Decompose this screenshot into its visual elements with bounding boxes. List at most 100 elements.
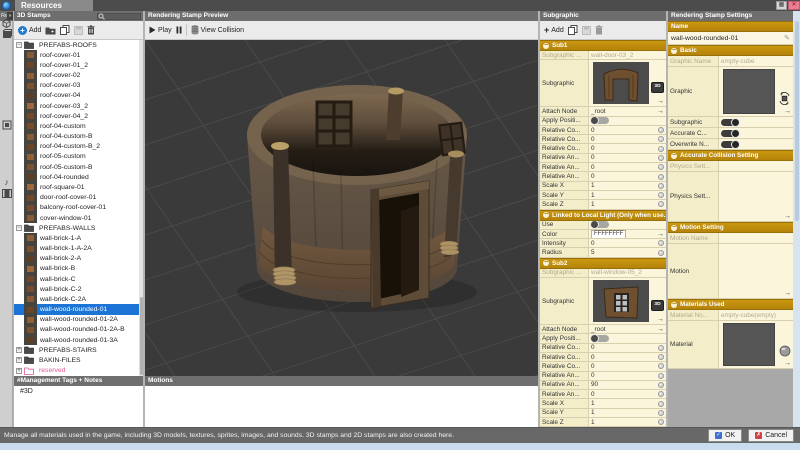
movie-film-icon[interactable]: [1, 188, 12, 199]
tree-scrollbar[interactable]: [139, 40, 143, 376]
property-row[interactable]: Relative An...0: [540, 154, 666, 163]
property-row[interactable]: Relative Co...0: [540, 144, 666, 153]
audio-note-icon[interactable]: ♪: [1, 176, 12, 187]
property-row[interactable]: Graphic Nameempty-cube: [668, 56, 793, 67]
property-row[interactable]: Scale Z1: [540, 200, 666, 209]
subgraphic-thumbnail[interactable]: [593, 62, 649, 104]
collapse-icon[interactable]: −: [543, 260, 549, 266]
tree-item[interactable]: balcony-roof-cover-01: [14, 203, 139, 213]
reset-icon[interactable]: [658, 127, 664, 133]
sphere-icon[interactable]: [779, 345, 791, 357]
property-value[interactable]: 1: [589, 200, 666, 208]
tree-item[interactable]: wall-brick-1-A: [14, 233, 139, 243]
tree-item[interactable]: roof-cover-03_2: [14, 101, 139, 111]
reset-icon[interactable]: [658, 363, 664, 369]
tree-item[interactable]: wall-brick-2-A: [14, 254, 139, 264]
reset-icon[interactable]: [658, 382, 664, 388]
close-icon[interactable]: ✕: [788, 1, 800, 10]
property-row[interactable]: Material→: [668, 321, 793, 369]
trash-icon[interactable]: [87, 25, 95, 35]
collapse-icon[interactable]: −: [671, 153, 677, 159]
property-value[interactable]: 5: [589, 248, 666, 256]
detail-arrow-icon[interactable]: →: [657, 98, 664, 105]
property-value[interactable]: 0: [589, 144, 666, 152]
toggle-switch[interactable]: [591, 335, 609, 342]
tree-item[interactable]: wall-brick-C: [14, 274, 139, 284]
property-row[interactable]: Physics Sett...: [668, 161, 793, 172]
reset-icon[interactable]: [658, 136, 664, 142]
property-row[interactable]: Radius5: [540, 248, 666, 257]
detail-arrow-icon[interactable]: →: [784, 360, 791, 367]
add-subgraphic-button[interactable]: + Add: [544, 25, 564, 35]
tree-item[interactable]: roof-cover-04_2: [14, 111, 139, 121]
property-value[interactable]: _root→: [589, 325, 666, 333]
property-row[interactable]: Subgraphic ...wall-window-05_2: [540, 269, 666, 278]
pin-icon[interactable]: ▦: [776, 1, 787, 10]
section-header[interactable]: −Sub1: [540, 40, 666, 51]
property-value[interactable]: FFFFFFFF →: [589, 230, 666, 238]
reset-icon[interactable]: [658, 240, 664, 246]
property-row[interactable]: Relative Co...0: [540, 135, 666, 144]
expander-icon[interactable]: +: [16, 357, 22, 363]
tree-item[interactable]: roof-cover-01: [14, 50, 139, 60]
tree-folder[interactable]: +BAKIN-FILES: [14, 355, 139, 365]
reset-icon[interactable]: [658, 164, 664, 170]
toggle-switch[interactable]: [591, 117, 609, 124]
tree-item[interactable]: roof-05-custom-B: [14, 162, 139, 172]
property-row[interactable]: ColorFFFFFFFF→: [540, 230, 666, 239]
property-value[interactable]: 1: [589, 409, 666, 417]
detail-arrow-icon[interactable]: →: [657, 326, 664, 333]
tree-folder[interactable]: +reserved: [14, 366, 139, 376]
property-row[interactable]: Relative Co...0: [540, 126, 666, 135]
graphic-preview[interactable]: [723, 69, 775, 114]
reset-icon[interactable]: [658, 401, 664, 407]
add-stamp-button[interactable]: + Add: [18, 26, 41, 35]
detail-arrow-icon[interactable]: →: [657, 108, 664, 115]
settings-scrollbar-thumb[interactable]: [795, 21, 799, 221]
property-value[interactable]: 0: [589, 126, 666, 134]
toggle-switch[interactable]: [591, 221, 609, 228]
color-value-box[interactable]: FFFFFFFF: [591, 230, 626, 238]
tags-content[interactable]: #3D: [14, 386, 143, 427]
section-header[interactable]: −Linked to Local Light (Only when use...: [540, 210, 666, 221]
property-value[interactable]: _root→: [589, 107, 666, 115]
reset-icon[interactable]: [658, 155, 664, 161]
cube-swap-icon[interactable]: [778, 92, 791, 105]
tree-folder[interactable]: +PREFABS-STAIRS: [14, 345, 139, 355]
property-value[interactable]: 0: [589, 390, 666, 398]
tree-item[interactable]: wall-wood-rounded-01: [14, 304, 139, 314]
property-row[interactable]: Relative Co...0: [540, 353, 666, 362]
property-row[interactable]: Subgraphic3D→: [540, 60, 666, 107]
toggle-switch[interactable]: [721, 141, 739, 148]
detail-arrow-icon[interactable]: →: [657, 231, 664, 238]
tree-item[interactable]: roof-04-custom: [14, 121, 139, 131]
section-header[interactable]: Name: [668, 21, 793, 32]
duplicate-icon[interactable]: [60, 25, 70, 35]
property-row[interactable]: Material No...empty-cube(empty): [668, 310, 793, 321]
play-button[interactable]: Play: [149, 26, 172, 34]
detail-arrow-icon[interactable]: →: [784, 290, 791, 297]
expander-icon[interactable]: −: [16, 42, 22, 48]
tree-item[interactable]: roof-cover-01_2: [14, 60, 139, 70]
motions-content[interactable]: [145, 386, 538, 427]
property-value[interactable]: empty-cube: [719, 56, 793, 66]
property-row[interactable]: Scale Y1: [540, 191, 666, 200]
graphic-preview[interactable]: [723, 323, 775, 366]
tree-item[interactable]: wall-wood-rounded-01-2A-B: [14, 325, 139, 335]
property-value[interactable]: 1: [589, 191, 666, 199]
property-value[interactable]: empty-cube(empty): [719, 310, 793, 320]
property-row[interactable]: Accurate C...: [668, 128, 793, 139]
toggle-switch[interactable]: [721, 130, 739, 137]
property-row[interactable]: Scale X1: [540, 399, 666, 408]
search-input[interactable]: [97, 13, 141, 20]
property-row[interactable]: Relative An...0: [540, 372, 666, 381]
tree-scrollbar-thumb[interactable]: [140, 297, 143, 375]
reset-icon[interactable]: [658, 391, 664, 397]
property-value[interactable]: [719, 233, 793, 243]
stamp-2d-icon[interactable]: [1, 119, 12, 130]
tree-item[interactable]: wall-brick-1-A-2A: [14, 243, 139, 253]
property-row[interactable]: Apply Positi...: [540, 117, 666, 126]
tree-item[interactable]: roof-cover-02: [14, 71, 139, 81]
reset-icon[interactable]: [658, 373, 664, 379]
property-row[interactable]: Use: [540, 221, 666, 230]
